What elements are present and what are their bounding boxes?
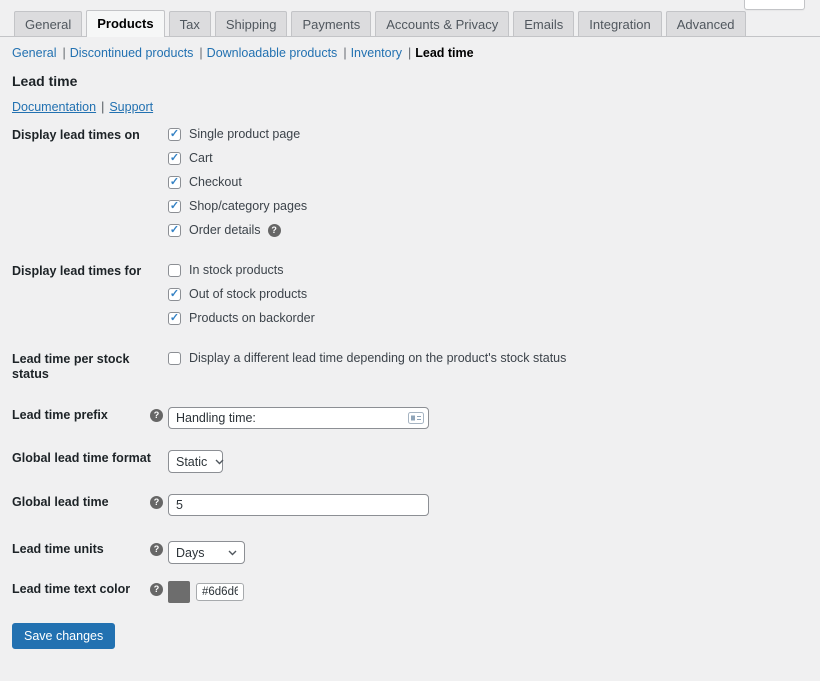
lead-time-units-select[interactable]: Days: [168, 541, 245, 564]
products-subnav: General | Discontinued products | Downloadab…: [12, 46, 820, 60]
help-pulldown-tab[interactable]: [744, 0, 805, 10]
doc-links: Documentation | Support: [12, 100, 820, 114]
checkbox-label[interactable]: Order details: [189, 223, 261, 238]
documentation-link[interactable]: Documentation: [12, 100, 96, 114]
separator: |: [62, 46, 65, 60]
setting-label: Display lead times on: [12, 128, 148, 143]
checkbox-option-cart[interactable]: ✓ Cart: [168, 151, 307, 166]
setting-label: Lead time per stock status: [12, 352, 168, 382]
separator: |: [408, 46, 411, 60]
separator: |: [101, 100, 104, 114]
separator: |: [199, 46, 202, 60]
page-title: Lead time: [12, 73, 820, 89]
select-value: Static: [176, 455, 207, 469]
checkbox[interactable]: ✓: [168, 288, 181, 301]
tab-payments[interactable]: Payments: [291, 11, 371, 36]
tab-general[interactable]: General: [14, 11, 82, 36]
checkbox-label[interactable]: In stock products: [189, 263, 284, 278]
setting-label: Display lead times for: [12, 264, 149, 279]
help-icon[interactable]: ?: [150, 583, 163, 596]
checkbox[interactable]: ✓: [168, 312, 181, 325]
checkbox-label[interactable]: Products on backorder: [189, 311, 315, 326]
setting-row-global-lead-time-format: Global lead time format Static: [12, 450, 808, 473]
tab-advanced[interactable]: Advanced: [666, 11, 746, 36]
chevron-down-icon: [228, 550, 237, 556]
select-value: Days: [176, 546, 204, 560]
setting-row-lead-time-per-stock-status: Lead time per stock status Display a dif…: [12, 351, 808, 382]
checkbox[interactable]: ✓: [168, 200, 181, 213]
checkbox-label[interactable]: Single product page: [189, 127, 300, 142]
checkbox-label[interactable]: Checkout: [189, 175, 242, 190]
setting-row-lead-time-units: Lead time units ? Days: [12, 541, 808, 564]
checkbox-label[interactable]: Shop/category pages: [189, 199, 307, 214]
checkbox-label[interactable]: Display a different lead time depending …: [189, 351, 566, 366]
setting-label: Lead time text color: [12, 582, 138, 597]
setting-row-lead-time-prefix: Lead time prefix ?: [12, 407, 808, 429]
help-icon[interactable]: ?: [150, 543, 163, 556]
checkbox[interactable]: [168, 352, 181, 365]
save-changes-button[interactable]: Save changes: [12, 623, 115, 649]
global-lead-time-input[interactable]: [168, 494, 429, 516]
tab-products[interactable]: Products: [86, 10, 164, 37]
checkbox[interactable]: ✓: [168, 176, 181, 189]
setting-row-lead-time-text-color: Lead time text color ?: [12, 581, 808, 603]
subnav-general[interactable]: General: [12, 46, 56, 60]
checkbox-label[interactable]: Out of stock products: [189, 287, 307, 302]
checkbox[interactable]: ✓: [168, 224, 181, 237]
lead-time-prefix-input[interactable]: [168, 407, 429, 429]
help-icon[interactable]: ?: [268, 224, 281, 237]
settings-tabs: General Products Tax Shipping Payments A…: [0, 0, 820, 37]
setting-label: Global lead time format: [12, 451, 159, 466]
subnav-lead-time[interactable]: Lead time: [415, 46, 473, 60]
tab-emails[interactable]: Emails: [513, 11, 574, 36]
checkbox[interactable]: ✓: [168, 152, 181, 165]
tab-integration[interactable]: Integration: [578, 11, 661, 36]
checkbox-option-products-on-backorder[interactable]: ✓ Products on backorder: [168, 311, 315, 326]
setting-row-display-lead-times-on: Display lead times on ✓ Single product p…: [12, 127, 808, 238]
help-icon[interactable]: ?: [150, 496, 163, 509]
chevron-down-icon: [215, 459, 224, 465]
checkbox[interactable]: ✓: [168, 128, 181, 141]
subnav-inventory[interactable]: Inventory: [351, 46, 402, 60]
settings-form: Display lead times on ✓ Single product p…: [12, 127, 808, 603]
setting-label: Lead time prefix: [12, 408, 116, 423]
setting-row-global-lead-time: Global lead time ?: [12, 494, 808, 516]
color-swatch[interactable]: [168, 581, 190, 603]
checkbox-option-order-details[interactable]: ✓ Order details ?: [168, 223, 307, 238]
subnav-downloadable-products[interactable]: Downloadable products: [207, 46, 338, 60]
setting-label: Global lead time: [12, 495, 117, 510]
separator: |: [343, 46, 346, 60]
support-link[interactable]: Support: [109, 100, 153, 114]
global-lead-time-format-select[interactable]: Static: [168, 450, 223, 473]
checkbox-label[interactable]: Cart: [189, 151, 213, 166]
checkbox-option-out-of-stock-products[interactable]: ✓ Out of stock products: [168, 287, 315, 302]
checkbox-option-shop-category-pages[interactable]: ✓ Shop/category pages: [168, 199, 307, 214]
tab-accounts-privacy[interactable]: Accounts & Privacy: [375, 11, 509, 36]
subnav-discontinued-products[interactable]: Discontinued products: [70, 46, 194, 60]
tab-shipping[interactable]: Shipping: [215, 11, 288, 36]
help-icon[interactable]: ?: [150, 409, 163, 422]
setting-label: Lead time units: [12, 542, 112, 557]
checkbox-option-single-product-page[interactable]: ✓ Single product page: [168, 127, 307, 142]
tab-tax[interactable]: Tax: [169, 11, 211, 36]
checkbox-option-checkout[interactable]: ✓ Checkout: [168, 175, 307, 190]
setting-row-display-lead-times-for: Display lead times for In stock products…: [12, 263, 808, 326]
checkbox-option-in-stock-products[interactable]: In stock products: [168, 263, 315, 278]
lead-time-text-color-input[interactable]: [196, 583, 244, 601]
checkbox[interactable]: [168, 264, 181, 277]
checkbox-option-per-stock-status[interactable]: Display a different lead time depending …: [168, 351, 566, 366]
text-template-card-icon[interactable]: [408, 412, 424, 424]
